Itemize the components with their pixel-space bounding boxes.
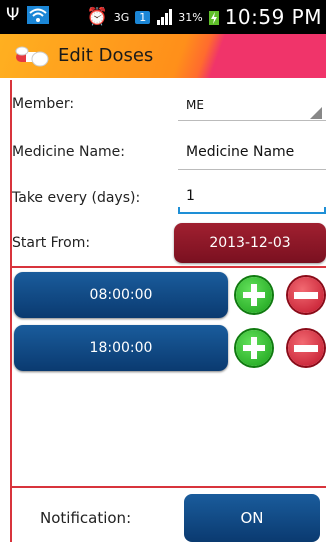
status-bar: Ψ ⏰ 3G 1 31% 10:59 PM <box>0 0 326 34</box>
dose-row: 18:00:00 <box>12 325 326 371</box>
signal-bars-icon <box>157 9 173 25</box>
dose-time-button[interactable]: 18:00:00 <box>14 325 228 371</box>
take-every-input[interactable]: 1 <box>186 188 195 204</box>
medicine-name-input[interactable]: Medicine Name <box>186 144 294 160</box>
minus-icon <box>294 291 318 299</box>
sim-badge: 1 <box>135 10 151 24</box>
member-select[interactable]: ME <box>186 98 204 112</box>
start-from-label: Start From: <box>12 235 91 251</box>
remove-dose-button[interactable] <box>288 330 324 366</box>
pills-icon <box>15 46 49 67</box>
plus-icon <box>243 284 265 306</box>
clock-time: 10:59 PM <box>224 5 322 29</box>
section-divider-bottom <box>12 486 326 488</box>
section-divider-top <box>12 266 326 268</box>
dose-row: 08:00:00 <box>12 272 326 318</box>
underline-left-tick <box>178 207 180 213</box>
status-left: Ψ <box>6 5 50 25</box>
start-date-button[interactable]: 2013-12-03 <box>174 223 326 263</box>
battery-charging-icon <box>208 11 219 25</box>
signal-3g-text: 3G <box>113 10 130 24</box>
notification-toggle-button[interactable]: ON <box>184 494 320 542</box>
dropdown-corner-icon[interactable] <box>310 107 322 119</box>
battery-percent: 31% <box>178 10 203 24</box>
status-right: ⏰ 3G 1 31% 10:59 PM <box>87 5 322 29</box>
wifi-icon <box>27 6 50 24</box>
plus-icon <box>243 337 265 359</box>
add-dose-button[interactable] <box>236 277 272 313</box>
minus-icon <box>294 344 318 352</box>
usb-icon: Ψ <box>6 5 20 25</box>
remove-dose-button[interactable] <box>288 277 324 313</box>
medicine-name-underline <box>178 169 326 170</box>
take-every-label: Take every (days): <box>12 190 141 206</box>
alarm-icon: ⏰ <box>86 7 108 27</box>
page-title: Edit Doses <box>58 45 154 66</box>
member-select-underline <box>178 120 326 121</box>
member-label: Member: <box>12 96 75 112</box>
notification-label: Notification: <box>40 509 132 527</box>
add-dose-button[interactable] <box>236 330 272 366</box>
dose-time-button[interactable]: 08:00:00 <box>14 272 228 318</box>
medicine-name-label: Medicine Name: <box>12 144 126 160</box>
take-every-underline <box>178 212 326 214</box>
app-title-bar: Edit Doses <box>0 34 326 78</box>
